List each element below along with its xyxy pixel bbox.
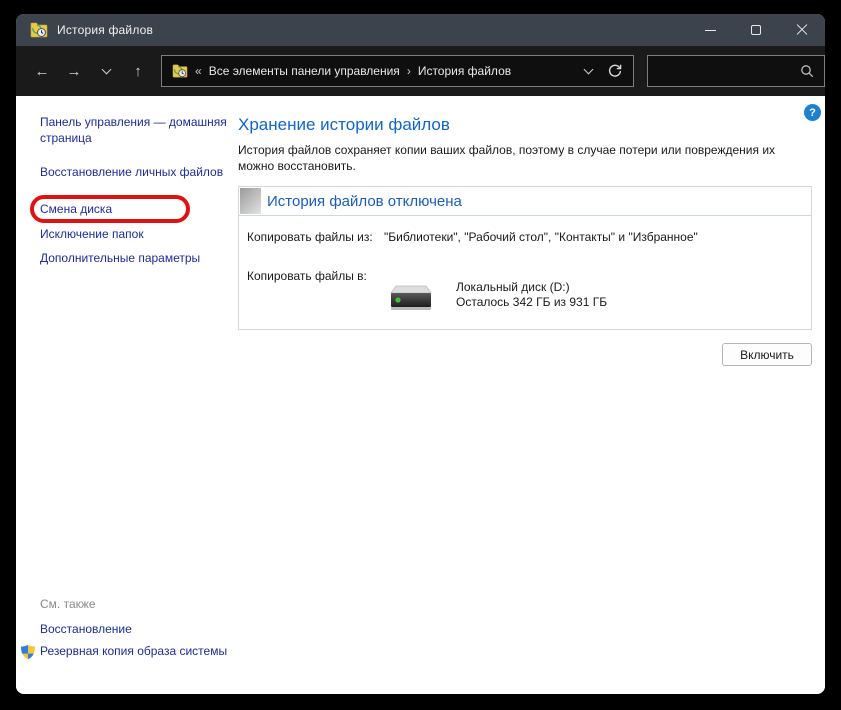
status-title: История файлов отключена	[267, 193, 462, 210]
page-description: История файлов сохраняет копии ваших фай…	[238, 142, 813, 174]
drive-free-space: Осталось 342 ГБ из 931 ГБ	[456, 295, 607, 310]
window-title: История файлов	[57, 23, 153, 37]
file-history-app-icon	[30, 22, 48, 38]
breadcrumb-collapse-chevrons[interactable]: «	[195, 64, 202, 78]
recent-locations-button[interactable]	[91, 56, 121, 86]
file-history-window: История файлов ← → ↑ « Все элементы пане…	[16, 14, 825, 694]
titlebar: История файлов	[16, 14, 825, 46]
drive-led-light	[395, 297, 400, 302]
copy-from-value: "Библиотеки", "Рабочий стол", "Контакты"…	[384, 230, 698, 244]
address-dropdown-chevron-icon[interactable]	[584, 65, 594, 75]
forward-icon: →	[67, 63, 82, 80]
back-icon: ←	[35, 63, 50, 80]
navigation-bar: ← → ↑ « Все элементы панели управления ›…	[16, 46, 825, 96]
uac-shield-icon	[20, 644, 36, 660]
up-button[interactable]: ↑	[123, 56, 153, 86]
minimize-icon	[705, 30, 716, 31]
sidebar-item-recovery[interactable]: Восстановление	[40, 621, 228, 637]
drive-info: Локальный диск (D:) Осталось 342 ГБ из 9…	[456, 280, 607, 310]
search-icon[interactable]	[800, 64, 814, 78]
close-button[interactable]	[779, 14, 825, 46]
minimize-button[interactable]	[687, 14, 733, 46]
drive-name: Локальный диск (D:)	[456, 280, 607, 295]
status-header: История файлов отключена	[239, 187, 811, 216]
see-also-heading: См. также	[40, 597, 96, 611]
back-button[interactable]: ←	[27, 56, 57, 86]
hard-drive-icon	[389, 283, 433, 313]
chevron-down-icon	[101, 65, 111, 75]
copy-from-label: Копировать файлы из:	[247, 230, 373, 244]
maximize-icon	[751, 25, 761, 35]
content-area: ? Панель управления — домашняя страница …	[16, 96, 825, 694]
page-title: Хранение истории файлов	[238, 115, 450, 135]
sidebar-item-control-panel-home[interactable]: Панель управления — домашняя страница	[40, 114, 228, 146]
sidebar-item-advanced-settings[interactable]: Дополнительные параметры	[40, 250, 228, 266]
status-header-square-icon	[240, 188, 261, 214]
file-history-status-box: История файлов отключена Копировать файл…	[238, 186, 812, 330]
up-icon: ↑	[134, 63, 142, 80]
search-input[interactable]	[658, 64, 800, 78]
sidebar-item-restore-personal-files[interactable]: Восстановление личных файлов	[40, 164, 228, 180]
address-bar[interactable]: « Все элементы панели управления › Истор…	[161, 55, 634, 87]
copy-to-label: Копировать файлы в:	[247, 269, 367, 283]
sidebar-item-system-image-backup[interactable]: Резервная копия образа системы	[40, 643, 228, 659]
sidebar-item-exclude-folders[interactable]: Исключение папок	[40, 226, 228, 242]
refresh-icon[interactable]	[607, 63, 623, 79]
help-button[interactable]: ?	[804, 104, 821, 121]
close-icon	[796, 24, 808, 36]
breadcrumb-current[interactable]: История файлов	[418, 64, 511, 78]
address-folder-icon	[172, 64, 188, 78]
enable-button[interactable]: Включить	[722, 343, 812, 366]
help-icon: ?	[809, 107, 816, 119]
breadcrumb-separator: ›	[407, 64, 411, 78]
forward-button[interactable]: →	[59, 56, 89, 86]
sidebar-item-select-drive[interactable]: Смена диска	[40, 201, 228, 217]
search-box	[647, 55, 825, 87]
maximize-button[interactable]	[733, 14, 779, 46]
breadcrumb-root[interactable]: Все элементы панели управления	[209, 64, 400, 78]
